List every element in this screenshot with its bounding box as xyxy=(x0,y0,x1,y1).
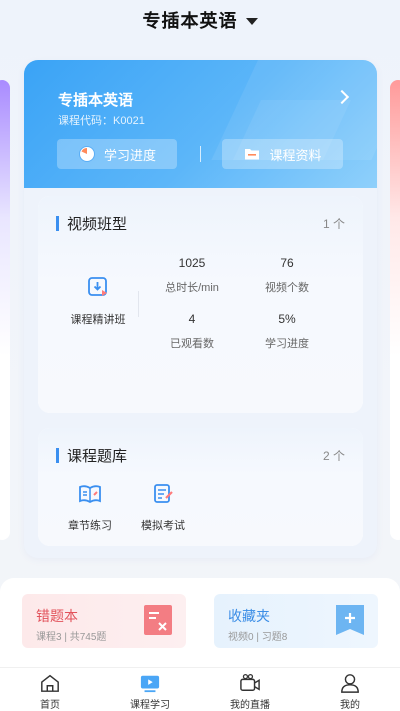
section-accent-bar xyxy=(56,216,59,231)
stat-caption: 视频个数 xyxy=(265,282,309,294)
bottom-panel: 错题本 课程3 | 共745题 收藏夹 视频0 | 习题8 xyxy=(0,578,400,668)
stat-value: 76 xyxy=(280,256,294,270)
stat-caption: 总时长/min xyxy=(165,282,219,294)
folder-icon xyxy=(245,149,260,160)
stat-total-duration: 1025 总时长/min xyxy=(147,256,237,295)
stat-video-count: 76 视频个数 xyxy=(242,256,332,295)
course-name: 专插本英语 xyxy=(58,92,134,109)
favorites-card[interactable]: 收藏夹 视频0 | 习题8 xyxy=(214,594,378,648)
exam-paper-icon xyxy=(154,484,173,503)
user-icon xyxy=(341,674,359,693)
progress-icon xyxy=(78,146,95,162)
wrong-questions-subtitle: 课程3 | 共745题 xyxy=(36,632,107,643)
divider xyxy=(200,146,201,162)
question-bank-section: 课程题库 2 个 章节练习 模拟考试 xyxy=(38,428,363,546)
course-code: 课程代码：K0021 xyxy=(58,115,145,127)
study-progress-label: 学习进度 xyxy=(103,147,156,163)
chapter-practice-item[interactable]: 章节练习 xyxy=(55,483,125,533)
course-materials-button[interactable]: 课程资料 xyxy=(222,139,343,169)
top-bar: 专插本英语 xyxy=(0,0,400,40)
section-header: 视频班型 xyxy=(56,213,127,234)
wrong-questions-title: 错题本 xyxy=(36,608,78,624)
divider xyxy=(138,291,139,317)
video-class-section: 视频班型 1 个 课程精讲班 1025 总时长/min 76 视频个数 4 已观… xyxy=(38,196,363,413)
course-selector-title[interactable]: 专插本英语 xyxy=(143,7,238,33)
video-class-item[interactable]: 课程精讲班 xyxy=(52,276,144,327)
stat-caption: 学习进度 xyxy=(265,338,309,350)
tab-course-study[interactable]: 课程学习 xyxy=(100,668,200,711)
section-header: 课程题库 xyxy=(56,445,127,466)
tab-label: 我的 xyxy=(340,700,360,711)
stat-value: 5% xyxy=(278,312,296,326)
book-icon xyxy=(79,485,101,504)
bottom-tab-bar: 首页 课程学习 我的直播 我的 xyxy=(0,667,400,711)
chapter-practice-label: 章节练习 xyxy=(68,520,112,532)
tab-label: 我的直播 xyxy=(230,700,270,711)
tab-label: 课程学习 xyxy=(130,700,170,711)
caret-down-icon[interactable] xyxy=(245,17,258,25)
tab-home[interactable]: 首页 xyxy=(0,668,100,711)
video-camera-icon xyxy=(240,673,260,691)
next-course-card[interactable] xyxy=(390,80,400,540)
home-icon xyxy=(41,674,59,692)
tab-mine[interactable]: 我的 xyxy=(300,668,400,711)
course-banner[interactable]: 专插本英语 课程代码：K0021 学习进度 课程资料 xyxy=(24,60,377,188)
wrong-questions-card[interactable]: 错题本 课程3 | 共745题 xyxy=(22,594,186,648)
stat-watched-count: 4 已观看数 xyxy=(147,312,237,351)
stat-study-progress: 5% 学习进度 xyxy=(242,312,332,351)
stat-caption: 已观看数 xyxy=(170,338,214,350)
tab-label: 首页 xyxy=(40,700,60,711)
section-title: 课程题库 xyxy=(67,448,128,465)
favorites-title: 收藏夹 xyxy=(228,608,270,624)
section-accent-bar xyxy=(56,448,59,463)
wrong-notebook-icon xyxy=(144,605,172,635)
section-title: 视频班型 xyxy=(67,216,128,233)
prev-course-card[interactable] xyxy=(0,80,10,540)
course-card: 专插本英语 课程代码：K0021 学习进度 课程资料 视频班型 1 个 课程精讲… xyxy=(24,60,377,558)
section-count: 2 个 xyxy=(322,449,345,463)
bookmark-icon xyxy=(336,605,364,635)
play-screen-icon xyxy=(140,675,160,693)
video-class-label: 课程精讲班 xyxy=(70,314,126,326)
favorites-subtitle: 视频0 | 习题8 xyxy=(228,632,288,643)
mock-exam-item[interactable]: 模拟考试 xyxy=(128,483,198,533)
stat-value: 4 xyxy=(188,312,196,326)
download-video-icon xyxy=(88,277,107,296)
study-progress-button[interactable]: 学习进度 xyxy=(57,139,177,169)
section-count: 1 个 xyxy=(322,217,345,231)
mock-exam-label: 模拟考试 xyxy=(141,520,185,532)
course-materials-label: 课程资料 xyxy=(269,147,322,163)
tab-my-live[interactable]: 我的直播 xyxy=(200,668,300,711)
stat-value: 1025 xyxy=(178,256,206,270)
